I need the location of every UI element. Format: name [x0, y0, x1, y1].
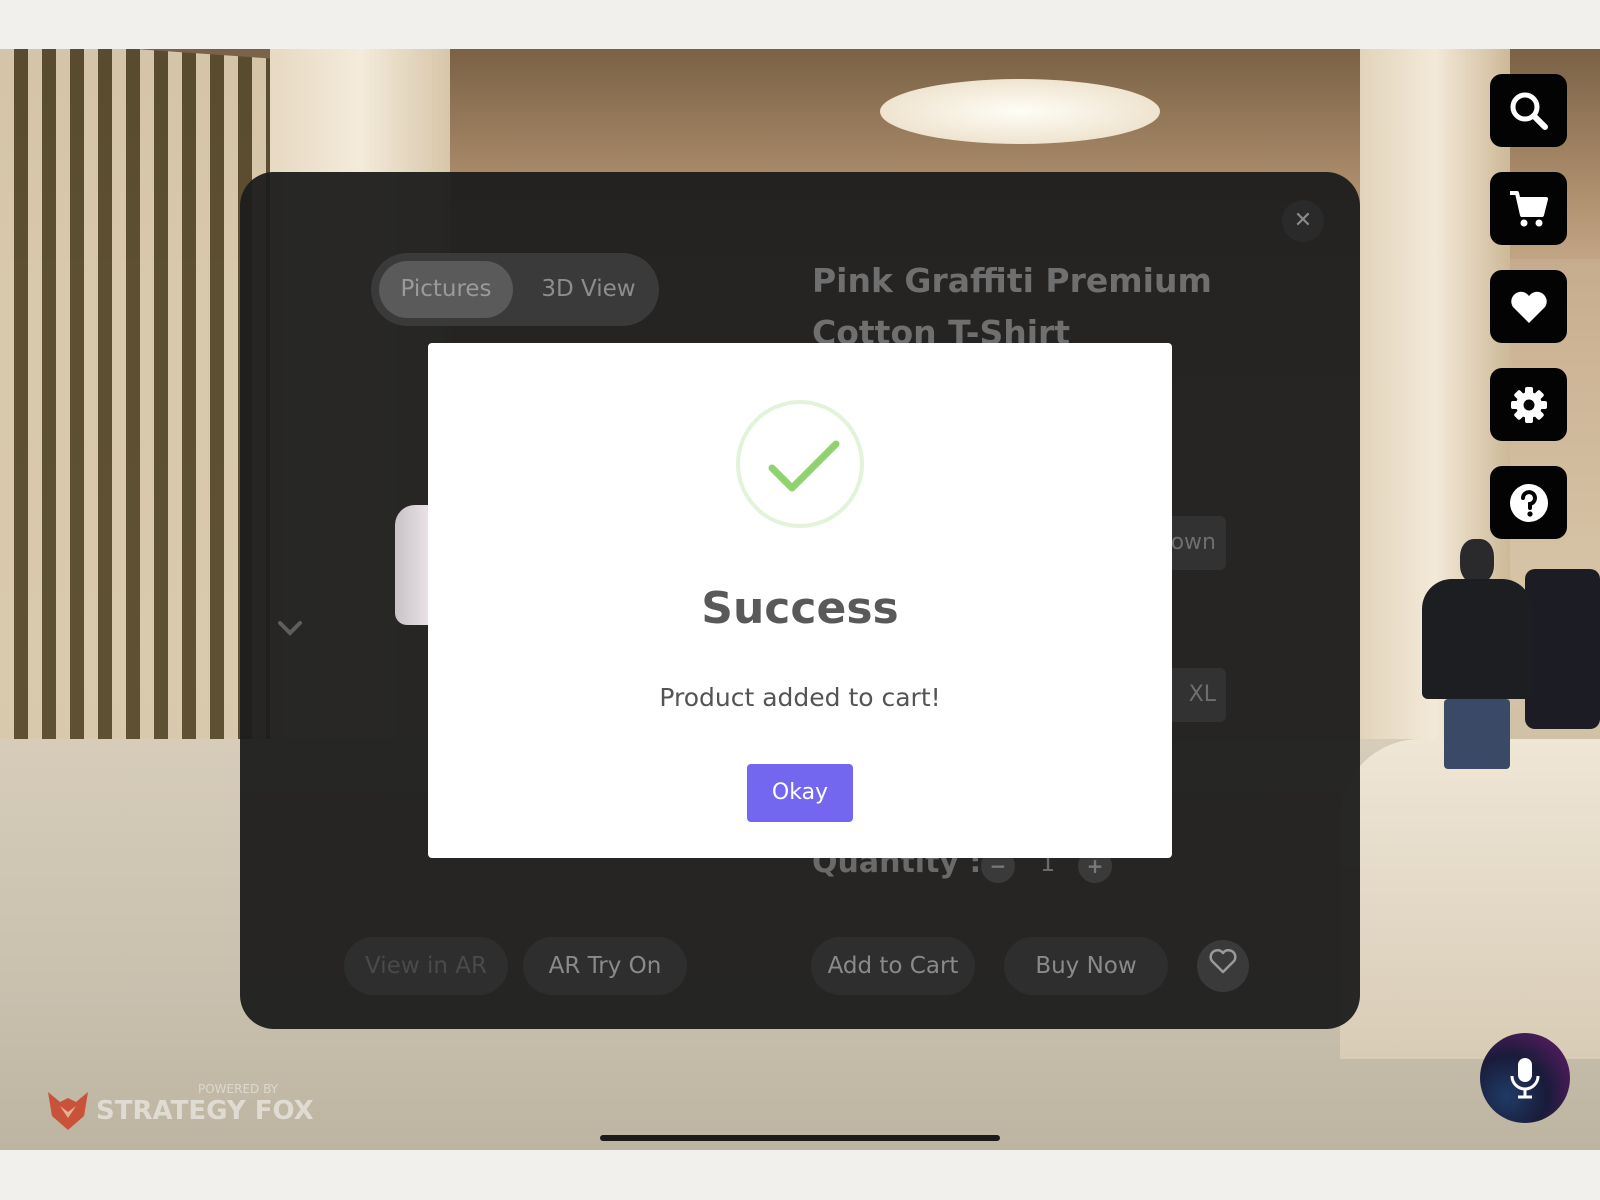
product-image — [395, 505, 430, 625]
home-indicator — [600, 1135, 1000, 1141]
add-to-cart-button[interactable]: Add to Cart — [811, 937, 975, 995]
close-button[interactable]: ✕ — [1282, 200, 1324, 242]
modal-title: Success — [701, 583, 899, 634]
ar-try-on-button[interactable]: AR Try On — [523, 937, 687, 995]
check-icon — [736, 400, 864, 528]
microphone-icon[interactable] — [1480, 1033, 1570, 1123]
heart-icon[interactable] — [1490, 270, 1567, 343]
tab-3d-view[interactable]: 3D View — [526, 261, 651, 318]
search-icon[interactable] — [1490, 74, 1567, 147]
wishlist-heart-icon[interactable] — [1197, 940, 1249, 992]
modal-message: Product added to cart! — [659, 683, 941, 712]
tab-pictures[interactable]: Pictures — [379, 261, 513, 318]
okay-button[interactable]: Okay — [747, 764, 853, 822]
ceiling-light — [880, 79, 1160, 144]
buy-now-button[interactable]: Buy Now — [1004, 937, 1168, 995]
help-icon[interactable] — [1490, 466, 1567, 539]
powered-by-label: POWERED BY — [198, 1082, 279, 1096]
clothing-rack — [1525, 569, 1600, 729]
chevron-down-icon[interactable] — [276, 612, 304, 645]
view-in-ar-button[interactable]: View in AR — [344, 937, 508, 995]
wall-slats — [0, 49, 270, 759]
display-counter — [1340, 739, 1600, 1059]
gear-icon[interactable] — [1490, 368, 1567, 441]
view-toggle: Pictures 3D View — [371, 253, 659, 326]
success-modal: Success Product added to cart! Okay — [428, 343, 1172, 858]
mannequin — [1422, 539, 1532, 769]
cart-icon[interactable] — [1490, 172, 1567, 245]
brand-name: STRATEGY FOX — [96, 1096, 314, 1126]
